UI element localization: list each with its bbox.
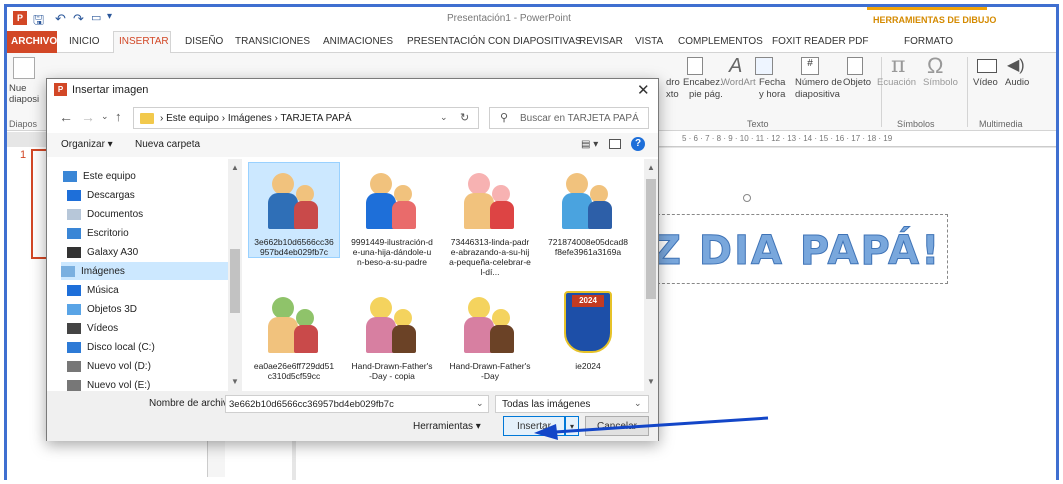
annotation-arrow bbox=[534, 416, 769, 440]
arrow-head bbox=[534, 424, 558, 440]
arrow-shaft bbox=[554, 416, 769, 434]
